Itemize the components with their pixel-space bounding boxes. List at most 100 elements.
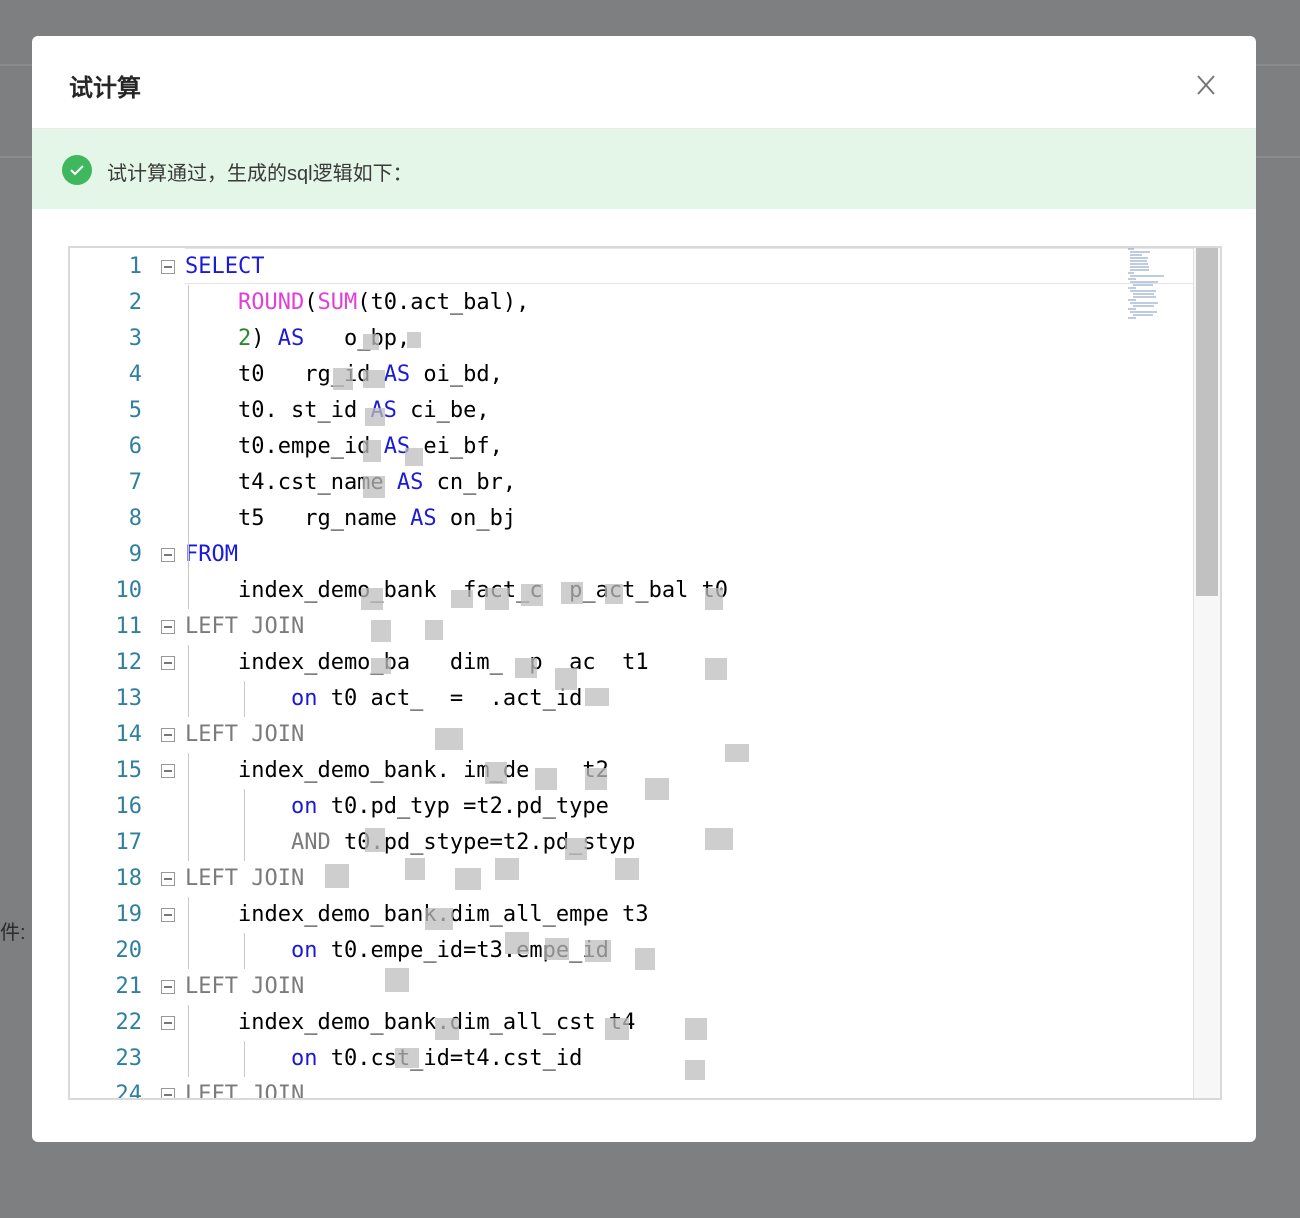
line-number: 2 (128, 290, 142, 315)
redaction-block (585, 940, 611, 962)
minimap-line (1132, 314, 1153, 316)
redaction-block (363, 370, 385, 388)
fold-toggle-icon[interactable] (161, 872, 175, 886)
redaction-block (521, 584, 543, 606)
code-area[interactable]: SELECT ROUND(SUM(t0.act_bal), 2) AS o_bp… (185, 248, 1195, 1100)
minimap-line (1128, 278, 1137, 280)
line-number: 15 (115, 758, 143, 783)
redaction-block (363, 476, 385, 498)
close-icon (1197, 75, 1215, 95)
fold-toggle-icon[interactable] (161, 620, 175, 634)
line-number: 17 (115, 830, 143, 855)
line-number: 21 (115, 974, 143, 999)
redaction-block (455, 868, 481, 890)
redaction-block (365, 828, 385, 852)
redaction-block (363, 440, 381, 462)
redaction-block (385, 968, 409, 992)
minimap-line (1130, 311, 1158, 313)
redaction-block (435, 1018, 459, 1040)
line-number: 7 (128, 470, 142, 495)
fold-toggle-icon[interactable] (161, 260, 175, 274)
redaction-block (725, 744, 749, 762)
fold-toggle-icon[interactable] (161, 1088, 175, 1098)
redaction-block (425, 908, 453, 930)
line-number: 18 (115, 866, 143, 891)
line-number-gutter: 1 2 3 4 5 6 7 8 9 10 11 12 13 14 15 16 17 18 19 20 21 22 23 24 (70, 248, 185, 1098)
redaction-block (363, 334, 379, 350)
fold-toggle-icon[interactable] (161, 548, 175, 562)
redaction-block (371, 620, 391, 642)
code-line: index_demo_bank.dim_all_cst t4 (185, 1010, 636, 1035)
redaction-block (407, 332, 421, 348)
minimap-line (1130, 263, 1149, 265)
minimap-line (1132, 296, 1157, 298)
indent-guide (188, 753, 189, 861)
close-button[interactable] (1188, 66, 1224, 102)
code-minimap[interactable] (1128, 248, 1176, 320)
indent-guide (244, 681, 245, 717)
redaction-block (361, 588, 383, 610)
indent-guide (244, 933, 245, 969)
minimap-line (1130, 266, 1150, 268)
code-line: LEFT JOIN (185, 614, 305, 639)
redaction-block (485, 588, 509, 610)
minimap-line (1130, 260, 1148, 262)
indent-guide (188, 645, 189, 717)
indent-guide (188, 897, 189, 969)
redaction-block (705, 828, 733, 850)
indent-guide (188, 573, 189, 609)
line-number: 9 (128, 542, 142, 567)
fold-toggle-icon[interactable] (161, 728, 175, 742)
line-number: 8 (128, 506, 142, 531)
line-number: 12 (115, 650, 143, 675)
redaction-block (451, 590, 473, 608)
check-circle-icon (62, 155, 92, 185)
line-number: 3 (128, 326, 142, 351)
redaction-block (325, 864, 349, 888)
minimap-line (1130, 290, 1156, 292)
indent-guide (188, 1005, 189, 1077)
sql-code-editor[interactable]: 1 2 3 4 5 6 7 8 9 10 11 12 13 14 15 16 17 18 19 20 21 22 23 24 … (68, 246, 1222, 1100)
scrollbar-thumb[interactable] (1196, 248, 1218, 596)
vertical-scrollbar[interactable] (1193, 248, 1220, 1098)
redaction-block (395, 1048, 419, 1068)
minimap-line (1130, 269, 1150, 271)
redaction-block (535, 768, 557, 790)
fold-toggle-icon[interactable] (161, 1016, 175, 1030)
fold-toggle-icon[interactable] (161, 908, 175, 922)
minimap-line (1130, 251, 1151, 253)
code-line: t0.empe_id AS ei_bf, (185, 434, 503, 459)
redaction-block (645, 778, 669, 800)
redaction-block (425, 620, 443, 640)
redaction-block (333, 368, 353, 390)
redaction-block (685, 1060, 705, 1080)
redaction-block (615, 858, 639, 880)
redaction-block (485, 762, 507, 784)
redaction-block (405, 858, 425, 880)
minimap-line (1128, 299, 1137, 301)
minimap-line (1128, 308, 1137, 310)
line-number: 19 (115, 902, 143, 927)
minimap-line (1130, 302, 1159, 304)
line-number: 10 (115, 578, 143, 603)
minimap-line (1128, 272, 1134, 274)
line-number: 11 (115, 614, 143, 639)
minimap-line (1132, 293, 1155, 295)
fold-toggle-icon[interactable] (161, 764, 175, 778)
code-line: t5 rg_name AS on_bj (185, 506, 517, 531)
redaction-block (405, 448, 423, 466)
code-line: LEFT JOIN (185, 1082, 305, 1100)
redaction-block (605, 1018, 629, 1040)
redaction-block (515, 658, 537, 678)
fold-toggle-icon[interactable] (161, 980, 175, 994)
fold-toggle-icon[interactable] (161, 656, 175, 670)
minimap-line (1130, 254, 1143, 256)
code-line: index_demo_bank.dim_all_empe t3 (185, 902, 649, 927)
line-number: 1 (128, 254, 142, 279)
minimap-line (1132, 305, 1155, 307)
indent-guide (244, 789, 245, 861)
indent-guide (188, 285, 189, 573)
success-alert: 试计算通过，生成的sql逻辑如下： (32, 129, 1256, 209)
line-number: 6 (128, 434, 142, 459)
code-line: index_demo_ba dim_ p ac t1 (185, 650, 649, 675)
